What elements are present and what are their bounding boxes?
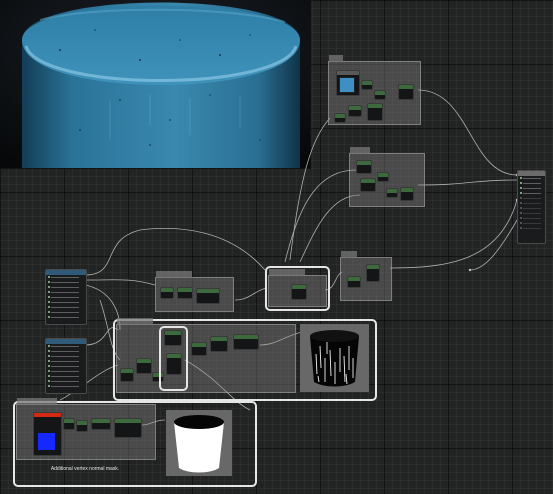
math-node[interactable]: [160, 287, 174, 299]
comment-title: [329, 55, 343, 62]
math-node[interactable]: [191, 342, 207, 356]
math-node[interactable]: [356, 160, 372, 174]
comment-title: [117, 318, 153, 325]
math-node[interactable]: [177, 287, 193, 299]
math-node[interactable]: [120, 368, 134, 382]
texture-sample-icon: [339, 77, 355, 93]
texture-sample-node[interactable]: [336, 70, 360, 96]
texture-sample-node[interactable]: [33, 412, 62, 456]
cylinder-noise-preview-icon: [300, 324, 369, 392]
comment-title: [341, 251, 357, 258]
math-node[interactable]: [166, 353, 182, 375]
math-node[interactable]: [114, 418, 142, 438]
math-node[interactable]: [196, 288, 220, 304]
comment-title: [350, 147, 370, 154]
cylinder-mask-preview-icon: [166, 410, 232, 476]
math-node[interactable]: [334, 113, 346, 123]
math-node[interactable]: [374, 90, 386, 100]
texture-sample-icon: [34, 413, 61, 417]
math-node[interactable]: [400, 187, 414, 201]
parameter-list-node[interactable]: [45, 338, 87, 394]
math-node[interactable]: [91, 418, 111, 430]
math-node[interactable]: [348, 105, 362, 117]
math-node[interactable]: [210, 336, 228, 352]
math-node[interactable]: [377, 172, 389, 182]
math-node[interactable]: [386, 188, 398, 198]
comment-title: [156, 271, 192, 278]
math-node[interactable]: [361, 80, 373, 90]
math-node[interactable]: [76, 420, 88, 432]
math-node[interactable]: [367, 103, 383, 121]
math-node[interactable]: [347, 276, 361, 288]
material-output-node[interactable]: [517, 170, 546, 244]
parameter-list-node[interactable]: [45, 269, 87, 325]
math-node[interactable]: [398, 84, 414, 100]
math-node[interactable]: [366, 264, 380, 282]
math-node[interactable]: [63, 418, 75, 430]
comment-title: [17, 398, 57, 405]
noise-mask-preview: [300, 324, 369, 392]
comment-title: [269, 269, 305, 276]
math-node[interactable]: [136, 358, 152, 374]
math-node[interactable]: [291, 284, 307, 300]
texture-sample-icon: [38, 433, 55, 450]
vertex-mask-preview: [166, 410, 232, 476]
math-node[interactable]: [360, 178, 376, 192]
vertex-mask-caption: Additional vertex normal mask.: [50, 466, 120, 472]
math-node[interactable]: [164, 330, 182, 346]
math-node[interactable]: [233, 334, 259, 350]
